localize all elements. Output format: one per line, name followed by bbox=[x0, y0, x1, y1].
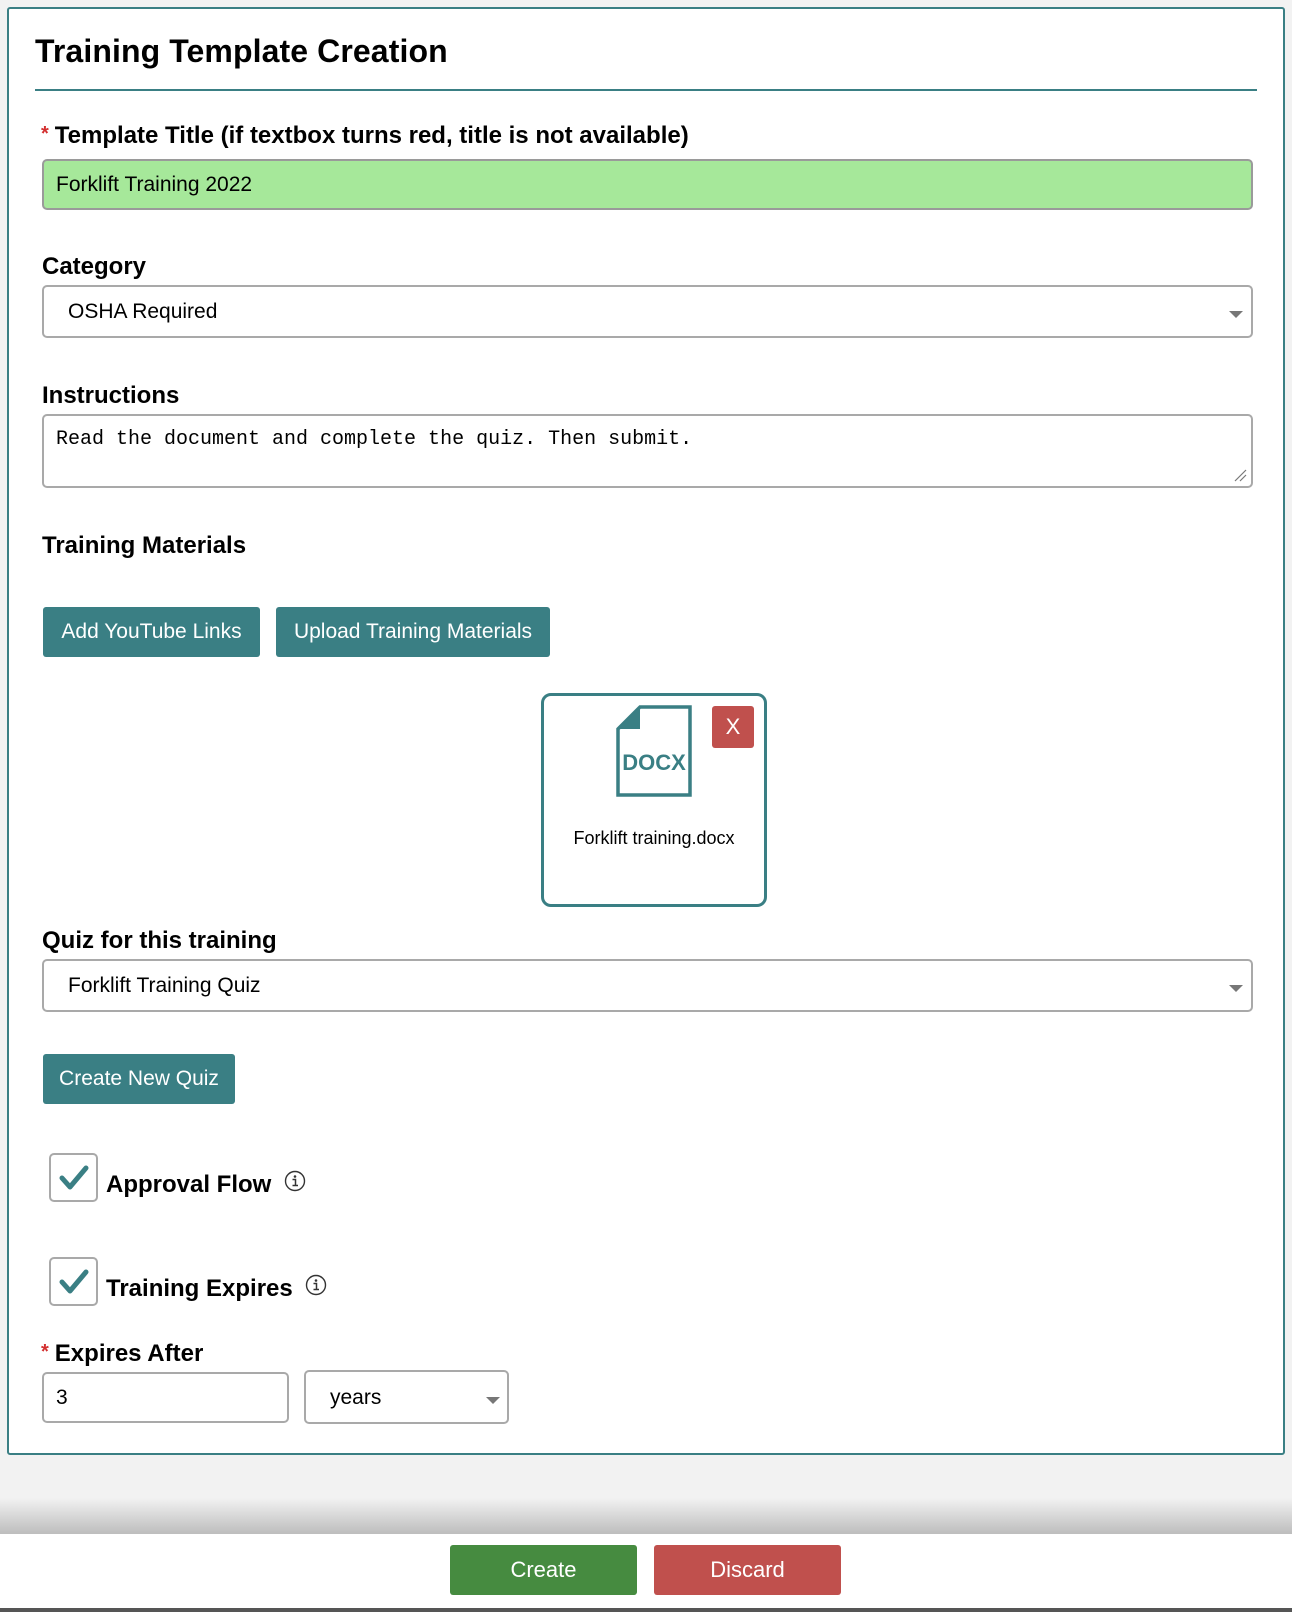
create-button[interactable]: Create bbox=[450, 1545, 637, 1595]
quiz-select[interactable]: Forklift Training Quiz bbox=[42, 959, 1253, 1012]
expires-unit-value: years bbox=[330, 1386, 382, 1409]
training-materials-label: Training Materials bbox=[42, 532, 247, 559]
template-title-label: * Template Title (if textbox turns red, t… bbox=[41, 122, 689, 150]
quiz-selected-value: Forklift Training Quiz bbox=[68, 974, 261, 997]
template-title-input[interactable] bbox=[42, 159, 1253, 210]
checkmark-icon bbox=[59, 1165, 89, 1190]
template-title-label-text: Template Title (if textbox turns red, ti… bbox=[54, 122, 689, 149]
category-select[interactable]: OSHA Required bbox=[42, 285, 1253, 338]
file-type-badge: DOCX bbox=[622, 750, 686, 775]
footer-bottom-edge bbox=[0, 1608, 1292, 1612]
uploaded-file-card[interactable]: DOCX X Forklift training.docx bbox=[541, 693, 767, 907]
upload-training-materials-button[interactable]: Upload Training Materials bbox=[276, 607, 550, 657]
required-marker: * bbox=[41, 123, 49, 145]
footer-bar: Create Discard bbox=[0, 1534, 1292, 1608]
expires-unit-select[interactable]: years bbox=[304, 1370, 509, 1424]
instructions-textarea[interactable]: Read the document and complete the quiz.… bbox=[42, 414, 1253, 488]
approval-flow-label: Approval Flow bbox=[106, 1171, 272, 1198]
expires-after-label: * Expires After bbox=[41, 1340, 203, 1368]
instructions-label: Instructions bbox=[42, 382, 180, 409]
required-marker: * bbox=[41, 1341, 49, 1363]
add-youtube-links-button[interactable]: Add YouTube Links bbox=[43, 607, 260, 657]
info-icon[interactable] bbox=[305, 1274, 327, 1296]
docx-file-icon: DOCX bbox=[616, 705, 692, 797]
training-expires-checkbox[interactable] bbox=[49, 1257, 98, 1306]
category-label: Category bbox=[42, 253, 147, 280]
remove-file-button[interactable]: X bbox=[712, 706, 754, 748]
file-name: Forklift training.docx bbox=[573, 828, 735, 848]
resize-grip-icon[interactable] bbox=[1233, 468, 1247, 482]
expires-after-label-text: Expires After bbox=[54, 1340, 204, 1367]
chevron-down-icon bbox=[486, 1397, 500, 1404]
template-form-panel: Training Template Creation * Template Tit… bbox=[7, 7, 1285, 1455]
page-title: Training Template Creation bbox=[35, 33, 448, 69]
create-new-quiz-button[interactable]: Create New Quiz bbox=[43, 1054, 235, 1104]
title-divider bbox=[35, 89, 1257, 91]
info-icon[interactable] bbox=[284, 1170, 306, 1192]
instructions-text: Read the document and complete the quiz.… bbox=[56, 428, 693, 451]
discard-button[interactable]: Discard bbox=[654, 1545, 841, 1595]
expires-after-input[interactable] bbox=[42, 1372, 289, 1423]
footer-shadow bbox=[0, 1498, 1292, 1534]
chevron-down-icon bbox=[1229, 311, 1243, 318]
approval-flow-checkbox[interactable] bbox=[49, 1153, 98, 1202]
quiz-label: Quiz for this training bbox=[42, 927, 277, 954]
checkmark-icon bbox=[59, 1269, 89, 1294]
chevron-down-icon bbox=[1229, 985, 1243, 992]
category-selected-value: OSHA Required bbox=[68, 300, 218, 323]
training-expires-label: Training Expires bbox=[106, 1275, 293, 1302]
